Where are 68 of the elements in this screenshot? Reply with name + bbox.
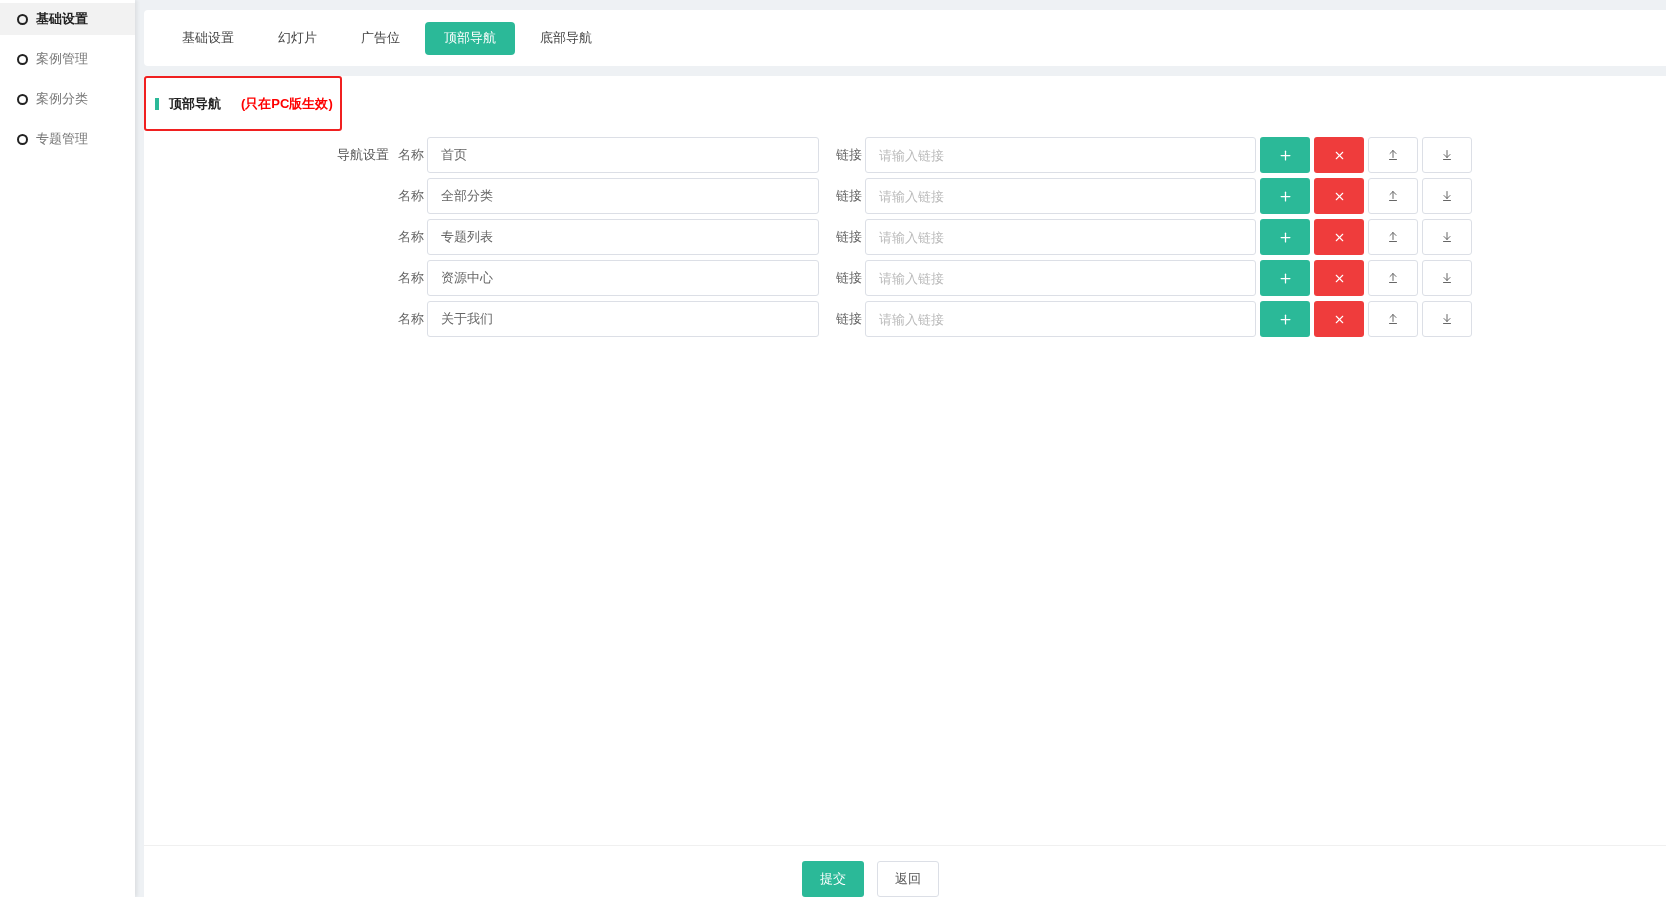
arrow-down-icon <box>1441 231 1453 243</box>
link-field[interactable]: 请输入链接 <box>865 219 1256 255</box>
move-down-button[interactable] <box>1422 301 1472 337</box>
name-field[interactable]: 关于我们 <box>427 301 819 337</box>
field-label: 名称 <box>398 228 425 247</box>
move-up-button[interactable] <box>1368 137 1418 173</box>
arrow-up-icon <box>1387 313 1399 325</box>
add-button[interactable] <box>1260 219 1310 255</box>
arrow-up-icon <box>1387 272 1399 284</box>
arrow-down-icon <box>1441 190 1453 202</box>
add-button[interactable] <box>1260 301 1310 337</box>
sidebar-item[interactable]: 基础设置 <box>0 3 135 35</box>
move-up-button[interactable] <box>1368 301 1418 337</box>
accent-bar <box>155 97 159 110</box>
arrow-down-icon <box>1441 272 1453 284</box>
tab[interactable]: 幻灯片 <box>259 21 336 55</box>
field-label: 名称 <box>398 269 425 288</box>
name-field[interactable]: 全部分类 <box>427 178 819 214</box>
arrow-up-icon <box>1387 149 1399 161</box>
field-label: 名称 <box>398 146 425 165</box>
link-field[interactable]: 请输入链接 <box>865 178 1256 214</box>
field-label: 链接 <box>836 187 863 206</box>
sidebar-item[interactable]: 案例管理 <box>0 43 135 75</box>
add-button[interactable] <box>1260 178 1310 214</box>
link-field[interactable]: 请输入链接 <box>865 260 1256 296</box>
move-down-button[interactable] <box>1422 137 1472 173</box>
field-label: 链接 <box>836 310 863 329</box>
move-up-button[interactable] <box>1368 219 1418 255</box>
delete-button[interactable] <box>1314 137 1364 173</box>
name-field[interactable]: 首页 <box>427 137 819 173</box>
field-label: 名称 <box>398 310 425 329</box>
field-label: 链接 <box>836 146 863 165</box>
move-up-button[interactable] <box>1368 178 1418 214</box>
tab[interactable]: 基础设置 <box>163 21 253 55</box>
move-down-button[interactable] <box>1422 219 1472 255</box>
name-field[interactable]: 资源中心 <box>427 260 819 296</box>
plus-icon <box>1277 311 1293 327</box>
tab[interactable]: 底部导航 <box>521 21 611 55</box>
field-label: 链接 <box>836 228 863 247</box>
link-field[interactable]: 请输入链接 <box>865 301 1256 337</box>
arrow-down-icon <box>1441 313 1453 325</box>
plus-icon <box>1277 147 1293 163</box>
add-button[interactable] <box>1260 260 1310 296</box>
delete-button[interactable] <box>1314 301 1364 337</box>
move-up-button[interactable] <box>1368 260 1418 296</box>
sidebar-item[interactable]: 案例分类 <box>0 83 135 115</box>
plus-icon <box>1277 188 1293 204</box>
field-label: 名称 <box>398 187 425 206</box>
sidebar-item[interactable]: 专题管理 <box>0 123 135 155</box>
form-label: 导航设置 <box>337 146 389 165</box>
link-field[interactable]: 请输入链接 <box>865 137 1256 173</box>
arrow-down-icon <box>1441 149 1453 161</box>
move-down-button[interactable] <box>1422 178 1472 214</box>
arrow-up-icon <box>1387 190 1399 202</box>
delete-button[interactable] <box>1314 178 1364 214</box>
add-button[interactable] <box>1260 137 1310 173</box>
delete-button[interactable] <box>1314 260 1364 296</box>
name-field[interactable]: 专题列表 <box>427 219 819 255</box>
arrow-up-icon <box>1387 231 1399 243</box>
field-label: 链接 <box>836 269 863 288</box>
back-button[interactable]: 返回 <box>876 861 939 897</box>
section-note: (只在PC版生效) <box>241 94 333 113</box>
section-title: 顶部导航 <box>169 94 221 113</box>
delete-button[interactable] <box>1314 219 1364 255</box>
plus-icon <box>1277 229 1293 245</box>
plus-icon <box>1277 270 1293 286</box>
move-down-button[interactable] <box>1422 260 1472 296</box>
tab[interactable]: 广告位 <box>342 21 419 55</box>
